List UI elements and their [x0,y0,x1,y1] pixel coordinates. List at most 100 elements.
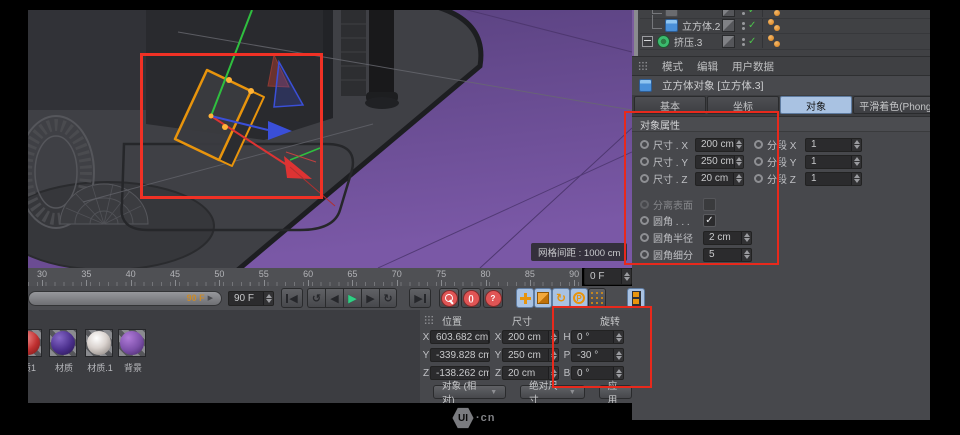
menu-mode[interactable]: 模式 [662,59,683,74]
record-pla-button[interactable] [588,288,606,308]
stepper-icon[interactable] [548,331,558,343]
stepper-icon[interactable] [548,367,558,379]
keyframe-selection-button[interactable] [627,288,645,308]
stepper-icon[interactable] [613,349,623,361]
keyframe-dots-icon[interactable] [762,19,792,32]
stepper-icon[interactable] [741,231,751,244]
tab-object[interactable]: 对象 [780,96,852,114]
size-x-field[interactable]: 200 cm [502,330,559,344]
keyframe-help-button[interactable]: ? [483,288,503,308]
segments-z-field[interactable]: 1 [805,171,862,186]
material-item[interactable]: 背景 [118,329,148,374]
stepper-icon[interactable] [851,155,861,168]
enabled-check-icon[interactable]: ✓ [748,20,756,31]
visibility-dots-icon[interactable] [742,21,745,30]
stepper-icon[interactable] [851,138,861,151]
menu-user-data[interactable]: 用户数据 [732,59,774,74]
tab-basic[interactable]: 基本 [634,96,706,114]
record-parameter-button[interactable]: P [570,288,588,308]
animation-dot[interactable] [640,233,649,242]
object-label[interactable]: 挤压.3 [674,34,702,49]
size-x-field[interactable]: 200 cm [695,137,744,152]
keyframe-dots-icon[interactable] [762,35,792,48]
play-backward-button[interactable]: ↺ [307,288,325,308]
record-keyframe-button[interactable] [439,288,459,308]
animation-dot[interactable] [640,250,649,259]
animation-dot[interactable] [640,216,649,225]
animation-dot[interactable] [640,157,649,166]
handle-dot[interactable] [248,88,254,94]
stepper-icon[interactable] [613,367,623,379]
object-row-cube2[interactable]: 立方体.2 ✓ [640,15,930,34]
record-scale-button[interactable] [534,288,552,308]
handle-dot[interactable] [226,77,232,83]
enabled-check-icon[interactable]: ✓ [748,10,756,16]
segments-x-field[interactable]: 1 [805,137,862,152]
apply-button[interactable]: 应用 [598,381,632,403]
viewport-3d[interactable]: 网格间距 : 1000 cm [28,10,632,268]
layer-swatch-icon[interactable] [722,10,735,17]
goto-start-button[interactable]: ◀ [281,288,303,308]
stepper-icon[interactable] [733,155,743,168]
material-thumbnail[interactable] [85,329,113,357]
handle-dot[interactable] [222,124,228,130]
material-item[interactable]: 质1 [28,329,44,374]
stepper-icon[interactable] [733,138,743,151]
size-z-field[interactable]: 20 cm [502,366,559,380]
visibility-dots-icon[interactable] [742,37,745,46]
stepper-icon[interactable] [621,269,631,284]
play-button[interactable]: ▶ [343,288,361,308]
object-label[interactable]: 立方体.2 [682,18,720,33]
play-forward-button[interactable]: ↻ [379,288,397,308]
size-y-field[interactable]: 250 cm [695,154,744,169]
autokey-button[interactable]: () [461,288,481,308]
tab-phong[interactable]: 平滑着色(Phong) [853,96,930,114]
material-item[interactable]: 材质.1 [85,329,115,374]
rotation-p-field[interactable]: -30 ° [571,348,624,362]
material-thumbnail[interactable] [118,329,146,357]
record-position-button[interactable] [516,288,534,308]
stepper-icon[interactable] [851,172,861,185]
animation-dot[interactable] [754,140,763,149]
fillet-subdivision-field[interactable]: 5 [703,247,752,262]
rotation-b-field[interactable]: 0 ° [571,366,624,380]
position-x-field[interactable]: 603.682 cm [430,330,490,344]
layer-swatch-icon[interactable] [722,35,735,48]
panel-grip-icon[interactable] [424,315,434,325]
object-row-extrude3[interactable]: 挤压.3 ✓ [640,34,930,50]
enabled-check-icon[interactable]: ✓ [748,36,756,47]
segments-y-field[interactable]: 1 [805,154,862,169]
tab-coordinates[interactable]: 坐标 [707,96,779,114]
fillet-checkbox[interactable]: ✓ [703,214,716,227]
rotation-h-field[interactable]: 0 ° [571,330,624,344]
object-manager-scrollbar[interactable] [632,10,638,56]
material-item[interactable]: 材质 [49,329,79,374]
gizmo-origin[interactable] [208,113,214,119]
stepper-icon[interactable] [488,331,489,343]
expand-icon[interactable] [642,36,653,47]
timeline-range-slider[interactable]: 90 F ▶ [28,290,222,306]
section-header-object-properties[interactable]: 对象属性 [632,117,930,132]
stepper-icon[interactable] [263,291,273,305]
separate-surfaces-checkbox[interactable]: ✓ [703,198,716,211]
animation-dot[interactable] [640,174,649,183]
size-z-field[interactable]: 20 cm [695,171,744,186]
menu-edit[interactable]: 编辑 [697,59,718,74]
position-y-field[interactable]: -339.828 cm [430,348,490,362]
stepper-icon[interactable] [548,349,558,361]
goto-end-button[interactable]: ▶ [409,288,431,308]
visibility-dots-icon[interactable] [742,10,745,15]
object-manager-panel[interactable]: ✓ 立方体.2 ✓ 挤压.3 ✓ [632,10,930,57]
size-y-field[interactable]: 250 cm [502,348,559,362]
size-mode-dropdown[interactable]: 绝对尺寸 ▼ [520,381,585,403]
previous-frame-button[interactable]: ◀ [325,288,343,308]
current-frame-field[interactable]: 90 F [228,290,274,306]
timeline-ruler[interactable]: 30 35 40 45 50 55 60 65 70 75 80 85 90 [28,268,582,287]
stepper-icon[interactable] [613,331,623,343]
animation-dot[interactable] [754,174,763,183]
animation-dot[interactable] [640,140,649,149]
panel-grip-icon[interactable] [638,61,648,71]
animation-dot[interactable] [754,157,763,166]
material-thumbnail[interactable] [49,329,77,357]
keyframe-dots-icon[interactable] [762,10,792,17]
